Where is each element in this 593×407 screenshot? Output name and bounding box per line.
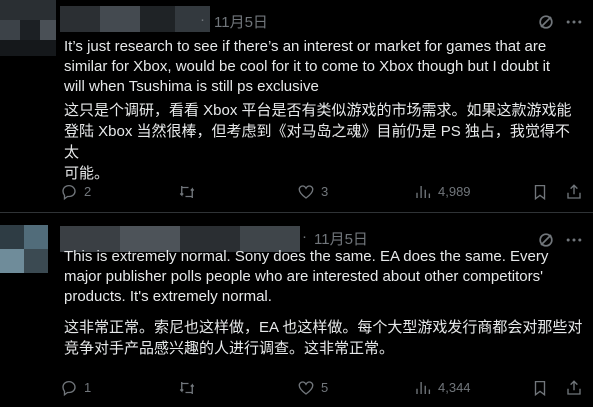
text-line: similar for Xbox, would be cool for it t… xyxy=(64,58,551,75)
post-actions: 1 5 4,344 xyxy=(60,377,585,399)
reply-count: 1 xyxy=(84,380,92,395)
post-text-english: This is extremely normal. Sony does the … xyxy=(64,247,584,307)
views-count: 4,989 xyxy=(438,184,471,199)
views-chart-icon xyxy=(416,186,431,198)
separator-dot: · xyxy=(200,11,205,28)
more-dots-icon[interactable] xyxy=(564,12,584,32)
reply-icon xyxy=(62,380,76,397)
like-button[interactable]: 5 xyxy=(297,377,328,399)
views-count: 4,344 xyxy=(438,380,471,395)
like-count: 3 xyxy=(321,184,329,199)
avatar[interactable] xyxy=(0,225,48,273)
post-date[interactable]: 11月5日 xyxy=(314,228,368,249)
text-line: products. It's extremely normal. xyxy=(64,288,272,305)
text-line: It’s just research to see if there’s an … xyxy=(64,38,547,55)
text-line: major publisher polls people who are int… xyxy=(64,268,543,285)
share-icon xyxy=(567,380,581,395)
share-icon xyxy=(567,184,581,199)
heart-icon xyxy=(298,381,314,395)
reply-icon xyxy=(62,184,76,201)
author-name-blurred[interactable] xyxy=(60,6,210,32)
text-line: 竞争对手产品感兴趣的人进行调查。这非常正常。 xyxy=(64,340,395,357)
share-button[interactable] xyxy=(565,377,589,399)
share-button[interactable] xyxy=(565,181,589,203)
bookmark-button[interactable] xyxy=(531,181,555,203)
bookmark-icon xyxy=(534,184,546,201)
post-date[interactable]: 11月5日 xyxy=(214,11,268,32)
bookmark-icon xyxy=(534,380,546,397)
text-line: 登陆 Xbox 当然很棒，但考虑到《对马岛之魂》目前仍是 PS 独占，我觉得不太 xyxy=(64,123,570,161)
views-button[interactable]: 4,344 xyxy=(414,377,471,399)
like-count: 5 xyxy=(321,380,329,395)
repost-button[interactable] xyxy=(178,377,202,399)
repost-icon xyxy=(179,186,195,198)
text-line: will when Tsushima is still ps exclusive xyxy=(64,78,319,95)
text-line: This is extremely normal. Sony does the … xyxy=(64,248,549,265)
post-1[interactable]: · 11月5日 It’s just research to see if the… xyxy=(0,0,593,213)
repost-icon xyxy=(179,382,195,394)
views-chart-icon xyxy=(416,382,431,394)
text-line: 这只是个调研，看看 Xbox 平台是否有类似游戏的市场需求。如果这款游戏能 xyxy=(64,102,572,119)
avatar[interactable] xyxy=(0,0,56,56)
post-text-english: It’s just research to see if there’s an … xyxy=(64,37,584,97)
grok-icon[interactable] xyxy=(536,12,556,32)
post-2[interactable]: · 11月5日 This is extremely normal. Sony d… xyxy=(0,213,593,407)
post-text-translation: 这非常正常。索尼也这样做，EA 也这样做。每个大型游戏发行商都会对那些对 竞争对… xyxy=(64,317,584,359)
reply-button[interactable]: 1 xyxy=(60,377,91,399)
post-text-translation: 这只是个调研，看看 Xbox 平台是否有类似游戏的市场需求。如果这款游戏能 登陆… xyxy=(64,100,584,184)
like-button[interactable]: 3 xyxy=(297,181,328,203)
repost-button[interactable] xyxy=(178,181,202,203)
separator-dot: · xyxy=(302,228,307,245)
reply-count: 2 xyxy=(84,184,92,199)
text-line: 这非常正常。索尼也这样做，EA 也这样做。每个大型游戏发行商都会对那些对 xyxy=(64,319,583,336)
heart-icon xyxy=(298,185,314,199)
views-button[interactable]: 4,989 xyxy=(414,181,471,203)
post-actions: 2 3 4,989 xyxy=(60,181,585,203)
reply-button[interactable]: 2 xyxy=(60,181,91,203)
bookmark-button[interactable] xyxy=(531,377,555,399)
